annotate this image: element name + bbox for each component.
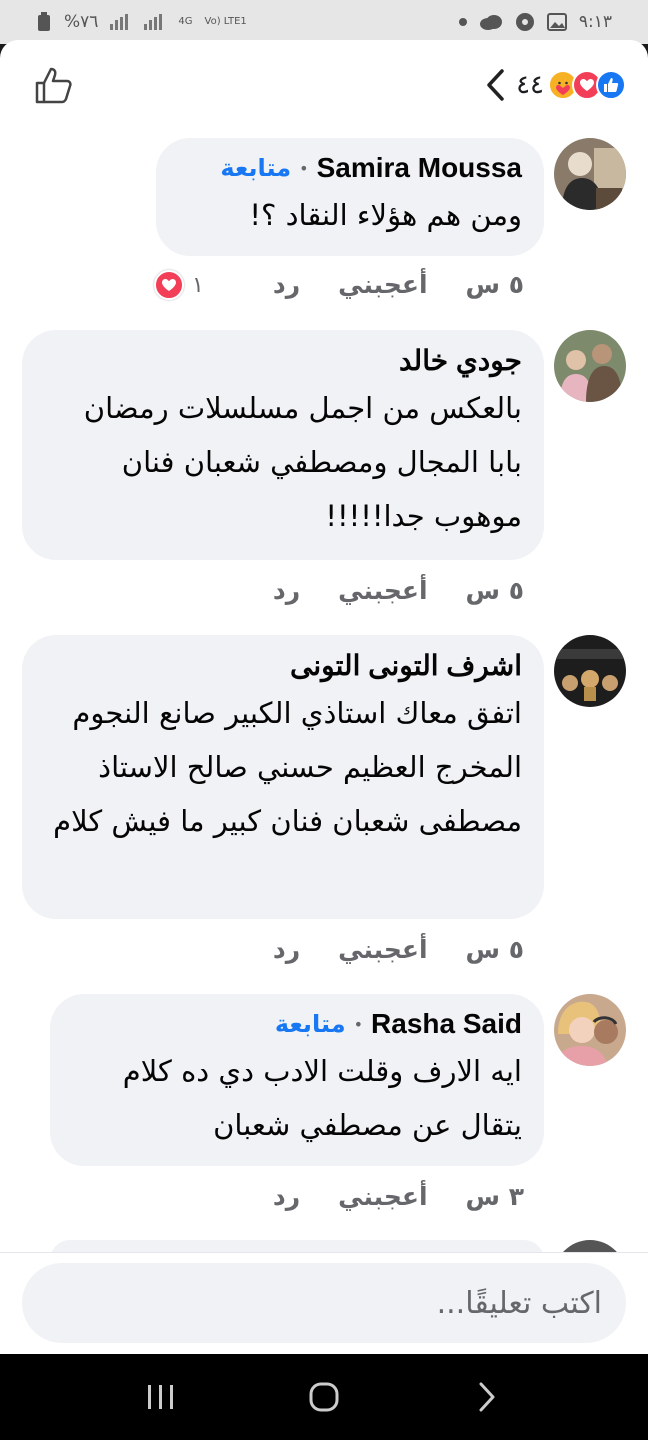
separator-dot: • — [299, 158, 309, 178]
back-button[interactable] — [463, 1373, 511, 1421]
comment-bubble[interactable]: جودي خالد بالعكس من اجمل مسلسلات رمضان ب… — [22, 330, 544, 560]
comment-bubble[interactable] — [50, 1240, 544, 1252]
comment-author[interactable]: اشرف التونى التونى — [290, 649, 522, 682]
ball-icon — [515, 12, 535, 32]
follow-link[interactable]: متابعة — [275, 1010, 346, 1038]
comment-author[interactable]: Samira Moussa — [317, 152, 522, 184]
gallery-icon — [546, 13, 567, 31]
comments-sheet: ٤٤ Samira Moussa • متابعة ومن هم هؤلاء ا… — [0, 40, 648, 1354]
avatar[interactable] — [554, 330, 626, 402]
volte-label: Vo) LTE1 — [204, 16, 247, 27]
reply-button[interactable]: رد — [273, 1182, 300, 1211]
reactions-summary[interactable]: ٤٤ — [484, 68, 626, 102]
recent-apps-button[interactable] — [137, 1373, 185, 1421]
author-row: Samira Moussa • متابعة — [182, 152, 522, 184]
network-4g-label: 4G — [178, 16, 193, 27]
comment-text: ايه الارف وقلت الادب دي ده كلام يتقال عن… — [122, 1054, 522, 1142]
separator-dot: • — [353, 1014, 364, 1034]
home-button[interactable] — [300, 1373, 348, 1421]
comment-bubble[interactable]: اشرف التونى التونى اتفق معاك استاذي الكب… — [22, 635, 544, 919]
reply-button[interactable]: رد — [273, 270, 300, 299]
comment-text: بالعكس من اجمل مسلسلات رمضان بابا المجال… — [83, 391, 522, 533]
comment-text: اتفق معاك استاذي الكبير صانع النجوم المخ… — [53, 696, 522, 838]
home-icon — [309, 1382, 339, 1412]
cloud-icon — [479, 14, 503, 30]
system-nav-bar — [0, 1354, 648, 1440]
comment-author[interactable]: Rasha Said — [371, 1008, 522, 1040]
comment-actions: ٣ س أعجبني رد — [235, 1182, 524, 1211]
comment-text: ومن هم هؤلاء النقاد ؟! — [249, 198, 522, 232]
like-comment-button[interactable]: أعجبني — [338, 270, 427, 299]
signal-icon — [110, 14, 132, 30]
recent-apps-icon — [148, 1385, 174, 1409]
signal-icon-2 — [144, 14, 166, 30]
like-icon — [596, 70, 626, 100]
comment-bubble[interactable]: Rasha Said • متابعة ايه الارف وقلت الادب… — [50, 994, 544, 1166]
comment-reaction-count: ١ — [192, 272, 204, 298]
like-comment-button[interactable]: أعجبني — [338, 576, 427, 605]
comment-input-area: اكتب تعليقًا... — [0, 1252, 648, 1354]
comment-time: ٥ س — [465, 576, 524, 605]
like-post-button[interactable] — [34, 65, 74, 105]
comment-time: ٥ س — [465, 270, 524, 299]
notification-dot-icon — [458, 18, 467, 26]
comment-bubble[interactable]: Samira Moussa • متابعة ومن هم هؤلاء النق… — [156, 138, 544, 256]
sheet-header: ٤٤ — [0, 40, 648, 130]
avatar[interactable] — [554, 994, 626, 1066]
comment-author[interactable]: جودي خالد — [399, 344, 522, 377]
comment-time: ٣ س — [465, 1182, 524, 1211]
battery-percent: %٧٦ — [64, 12, 99, 32]
avatar[interactable] — [554, 138, 626, 210]
status-time: ٩:١٣ — [578, 12, 612, 32]
chevron-left-icon[interactable] — [484, 68, 506, 102]
comment-time: ٥ س — [465, 935, 524, 964]
author-row: Rasha Said • متابعة — [76, 1008, 522, 1040]
love-icon — [154, 270, 184, 300]
status-left: %٧٦ 4G Vo) LTE1 — [36, 12, 247, 32]
comments-list: Samira Moussa • متابعة ومن هم هؤلاء النق… — [0, 130, 648, 1252]
chevron-right-icon — [479, 1382, 495, 1412]
reaction-icons — [548, 70, 626, 100]
like-comment-button[interactable]: أعجبني — [338, 935, 427, 964]
comment-actions: ٥ س أعجبني رد — [235, 935, 524, 964]
reaction-count: ٤٤ — [516, 70, 544, 100]
comment-actions: ٥ س أعجبني رد — [235, 576, 524, 605]
battery-icon — [36, 12, 52, 32]
like-comment-button[interactable]: أعجبني — [338, 1182, 427, 1211]
reply-button[interactable]: رد — [273, 576, 300, 605]
comment-input[interactable]: اكتب تعليقًا... — [22, 1263, 626, 1343]
avatar[interactable] — [554, 1240, 626, 1252]
author-row: جودي خالد — [48, 344, 522, 377]
follow-link[interactable]: متابعة — [220, 154, 291, 182]
author-row: اشرف التونى التونى — [48, 649, 522, 682]
status-bar: %٧٦ 4G Vo) LTE1 ٩:١٣ — [0, 0, 648, 44]
status-right: ٩:١٣ — [458, 12, 612, 32]
reply-button[interactable]: رد — [273, 935, 300, 964]
comment-reaction-tag[interactable]: ١ — [154, 270, 204, 300]
avatar[interactable] — [554, 635, 626, 707]
comment-actions: ٥ س أعجبني رد — [235, 270, 524, 299]
thumbs-up-icon — [35, 67, 72, 104]
